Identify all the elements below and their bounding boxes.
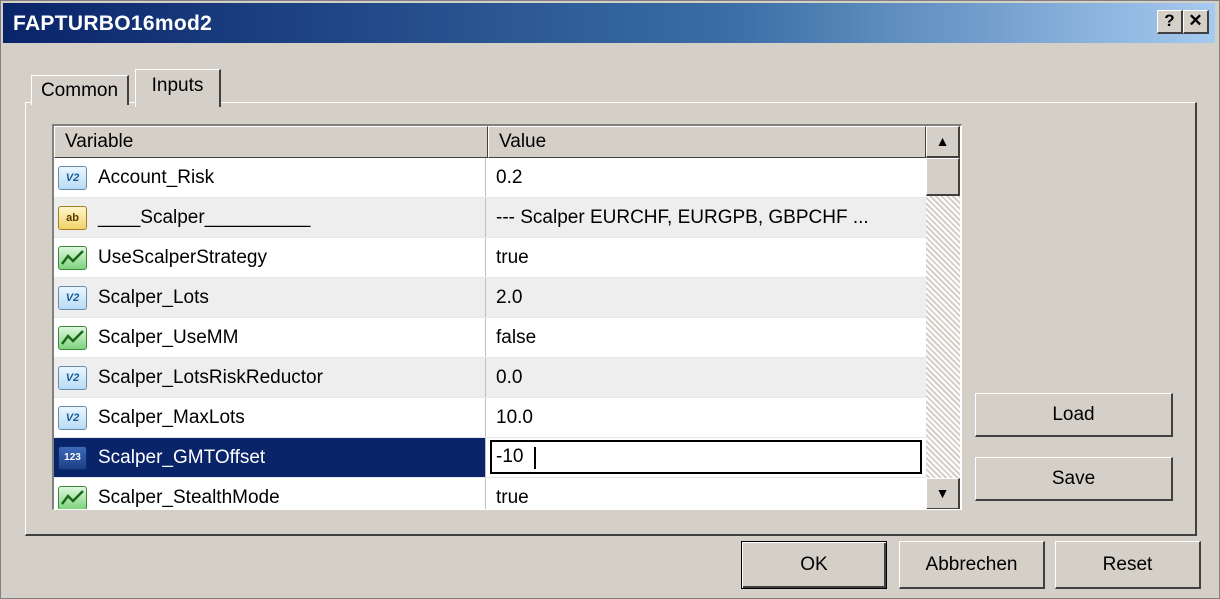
table-row[interactable]: UseScalperStrategy true	[54, 238, 926, 278]
tab-inputs[interactable]: Inputs	[135, 69, 221, 107]
variable-name: ____Scalper__________	[98, 207, 311, 228]
variable-value[interactable]: 0.0	[496, 358, 522, 398]
variable-value[interactable]: true	[496, 478, 529, 509]
variable-name: UseScalperStrategy	[98, 247, 267, 268]
cancel-button[interactable]: Abbrechen	[899, 541, 1045, 589]
save-button[interactable]: Save	[975, 457, 1173, 501]
variable-value[interactable]: true	[496, 238, 529, 278]
expert-properties-dialog: FAPTURBO16mod2 ? ✕ Common Inputs Variabl…	[0, 0, 1220, 599]
value-edit-field[interactable]: -10	[490, 440, 922, 474]
bool-icon	[58, 486, 87, 509]
help-button[interactable]: ?	[1157, 10, 1183, 34]
string-icon: ab	[58, 206, 87, 230]
variable-name: Account_Risk	[98, 167, 215, 188]
window-title: FAPTURBO16mod2	[13, 12, 213, 35]
bool-icon	[58, 326, 87, 350]
double-icon: V2	[58, 366, 87, 390]
table-row[interactable]: Scalper_UseMM false	[54, 318, 926, 358]
variable-name: Scalper_Lots	[98, 287, 209, 308]
load-button[interactable]: Load	[975, 393, 1173, 437]
column-header-value[interactable]: Value	[488, 126, 926, 158]
variable-name: Scalper_GMTOffset	[98, 447, 266, 468]
reset-button[interactable]: Reset	[1055, 541, 1201, 589]
scroll-up-button[interactable]: ▲	[926, 126, 960, 158]
table-row[interactable]: V2 Scalper_LotsRiskReductor 0.0	[54, 358, 926, 398]
double-icon: V2	[58, 166, 87, 190]
table-row[interactable]: V2 Scalper_MaxLots 10.0	[54, 398, 926, 438]
table-row[interactable]: V2 Account_Risk 0.2	[54, 158, 926, 198]
variable-name: Scalper_UseMM	[98, 327, 239, 348]
scroll-thumb[interactable]	[926, 158, 960, 196]
edit-field-text: -10	[496, 446, 524, 467]
variable-name: Scalper_LotsRiskReductor	[98, 367, 323, 388]
title-bar[interactable]: FAPTURBO16mod2 ? ✕	[3, 3, 1215, 43]
close-button[interactable]: ✕	[1183, 10, 1209, 34]
table-row[interactable]: V2 Scalper_Lots 2.0	[54, 278, 926, 318]
column-header-variable[interactable]: Variable	[54, 126, 488, 158]
variable-value[interactable]: false	[496, 318, 536, 358]
double-icon: V2	[58, 406, 87, 430]
tab-common[interactable]: Common	[31, 75, 129, 105]
vertical-scrollbar[interactable]: ▲ ▼	[926, 126, 960, 509]
double-icon: V2	[58, 286, 87, 310]
inputs-list: Variable Value V2 Account_Risk 0.2 ab __…	[52, 124, 962, 510]
table-row[interactable]: Scalper_StealthMode true	[54, 478, 926, 509]
int-icon: 123	[58, 446, 87, 470]
variable-value[interactable]: 2.0	[496, 278, 522, 318]
variable-value[interactable]: 0.2	[496, 158, 522, 198]
bool-icon	[58, 246, 87, 270]
table-row-selected[interactable]: 123 Scalper_GMTOffset -10	[54, 438, 926, 478]
variable-name: Scalper_StealthMode	[98, 487, 280, 508]
variable-name: Scalper_MaxLots	[98, 407, 245, 428]
variable-value[interactable]: 10.0	[496, 398, 533, 438]
text-caret	[534, 447, 536, 469]
table-row[interactable]: ab ____Scalper__________ --- Scalper EUR…	[54, 198, 926, 238]
scroll-down-button[interactable]: ▼	[926, 478, 960, 509]
ok-button[interactable]: OK	[741, 541, 887, 589]
variable-value[interactable]: --- Scalper EURCHF, EURGPB, GBPCHF ...	[496, 198, 869, 238]
